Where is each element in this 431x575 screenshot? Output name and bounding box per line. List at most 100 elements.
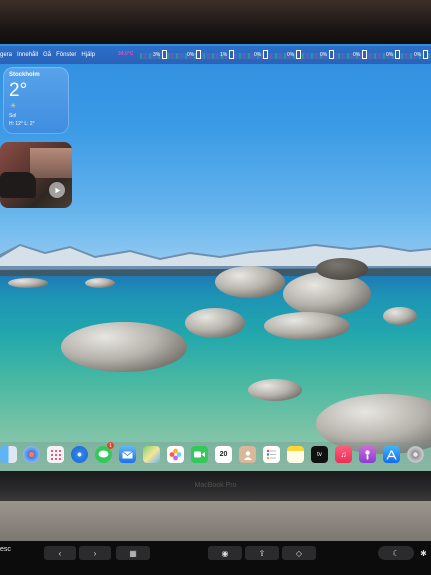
weather-high-low: H: 12° L: 2°	[9, 121, 35, 127]
moon-icon: ☾	[392, 548, 400, 558]
menu-item-ga[interactable]: Gå	[43, 52, 51, 58]
boulder-far-top	[316, 258, 368, 280]
menu-item-hjalp[interactable]: Hjälp	[81, 52, 95, 58]
finder-icon[interactable]	[0, 446, 17, 463]
calendar-day: 20	[219, 451, 228, 458]
share-icon: ⇪	[258, 548, 266, 558]
stat-4[interactable]: 0%	[254, 50, 269, 59]
eye-icon: ◉	[221, 548, 229, 558]
menu-item-fonster[interactable]: Fönster	[56, 52, 76, 58]
system-settings-icon[interactable]	[407, 446, 424, 463]
grid-icon	[50, 449, 61, 460]
stat-5[interactable]: 0%	[287, 50, 302, 59]
appletv-label: tv	[317, 451, 322, 458]
mail-icon[interactable]	[119, 446, 136, 463]
launchpad-grid-icon[interactable]	[47, 446, 64, 463]
touchbar-quicklook-button[interactable]: ◉	[208, 546, 242, 560]
stat-label: 3%	[153, 51, 161, 58]
appletv-icon[interactable]: tv	[311, 446, 328, 463]
tag-icon: ◇	[295, 548, 303, 558]
stat-2[interactable]: 0%	[187, 50, 202, 59]
laptop-bezel-top	[0, 0, 431, 46]
stat-label: 0%	[187, 51, 195, 58]
podcasts-icon[interactable]	[359, 446, 376, 463]
gear-icon: ✱	[420, 548, 427, 558]
boulder-right-small	[383, 307, 417, 325]
maps-icon[interactable]	[143, 446, 160, 463]
app-store-icon[interactable]	[383, 446, 400, 463]
stat-6[interactable]: 0%	[320, 50, 335, 59]
weather-widget[interactable]: Stockholm 2° ☀ Sol H: 12° L: 2°	[3, 67, 69, 134]
boulder-far-cluster	[215, 266, 285, 298]
music-icon[interactable]: ♫	[335, 446, 352, 463]
stat-bar	[329, 50, 335, 59]
envelope-icon	[122, 450, 133, 458]
weather-city: Stockholm	[9, 72, 40, 78]
stat-label: 0%	[287, 51, 295, 58]
stat-label: 0%	[320, 51, 328, 58]
stat-1[interactable]: 3%	[153, 50, 168, 59]
launchpad-icon[interactable]	[23, 446, 40, 463]
esc-key[interactable]: esc	[0, 546, 11, 553]
video-camera-icon	[194, 451, 205, 458]
sun-icon: ☀	[10, 103, 17, 110]
stat-label: 0%	[414, 51, 422, 58]
chevron-right-icon: ›	[93, 548, 97, 558]
reminders-icon[interactable]	[263, 446, 280, 463]
flower-icon	[169, 448, 182, 461]
play-button[interactable]	[49, 182, 65, 198]
menu-item-innehall[interactable]: Innehåll	[17, 52, 38, 58]
stat-bar	[362, 50, 368, 59]
weather-temperature: 2°	[9, 80, 28, 101]
stat-bar	[263, 50, 269, 59]
stat-8[interactable]: 0%	[386, 50, 401, 59]
boulder-submerged	[248, 379, 302, 401]
microphone-icon	[365, 450, 370, 460]
touchbar-brightness-button[interactable]: ☾	[378, 546, 414, 560]
contacts-icon[interactable]	[239, 446, 256, 463]
weather-condition: Sol	[9, 113, 17, 119]
stat-label: 0%	[386, 51, 394, 58]
touchbar-tag-button[interactable]: ◇	[282, 546, 316, 560]
calendar-icon[interactable]: 20	[215, 446, 232, 463]
stat-bar	[395, 50, 401, 59]
temperature-readout[interactable]: 34.0°C	[118, 51, 133, 57]
menu-bar: gera Innehåll Gå Fönster Hjälp 34.0°C 3%…	[0, 46, 431, 64]
safari-icon[interactable]	[71, 446, 88, 463]
photo-car	[0, 172, 36, 198]
touchbar-share-button[interactable]: ⇪	[245, 546, 279, 560]
stat-bar	[196, 50, 202, 59]
boulder-far-left	[85, 278, 115, 288]
boulder-right-large	[283, 272, 371, 316]
stat-3[interactable]: 1%	[220, 50, 235, 59]
stat-7[interactable]: 0%	[353, 50, 368, 59]
photos-widget[interactable]	[0, 142, 72, 208]
boulder-foreground-left	[61, 322, 187, 372]
touchbar-settings-button[interactable]: ✱	[416, 546, 431, 560]
boulder-middle	[185, 308, 245, 338]
laptop-brand-label: MacBook Pro	[194, 482, 237, 489]
menu-item-gera[interactable]: gera	[0, 52, 12, 58]
app-store-a-icon	[386, 449, 397, 460]
notes-icon[interactable]	[287, 446, 304, 463]
photo-background	[30, 148, 72, 178]
touchbar-forward-button[interactable]: ›	[79, 546, 111, 560]
music-note-icon: ♫	[340, 450, 347, 459]
person-icon	[243, 450, 252, 460]
laptop-deck	[0, 501, 431, 541]
stat-label: 0%	[254, 51, 262, 58]
boulder-right-low	[264, 312, 350, 340]
facetime-icon[interactable]	[191, 446, 208, 463]
touchbar-back-button[interactable]: ‹	[44, 546, 76, 560]
photos-icon[interactable]	[167, 446, 184, 463]
stat-bar	[162, 50, 168, 59]
chevron-left-icon: ‹	[58, 548, 62, 558]
stat-label: 0%	[353, 51, 361, 58]
stat-9[interactable]: 0%	[414, 50, 429, 59]
boulder-far-left-2	[8, 278, 48, 288]
touchbar-grid-button[interactable]: ▦	[116, 546, 150, 560]
stat-label: 1%	[220, 51, 228, 58]
list-icon	[266, 449, 276, 460]
stat-bar	[423, 50, 429, 59]
stat-bar	[296, 50, 302, 59]
